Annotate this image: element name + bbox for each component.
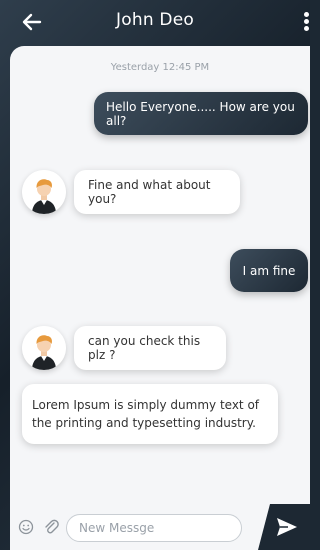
- smiley-icon: [18, 519, 34, 535]
- message-text: Hello Everyone..... How are you all?: [106, 99, 295, 128]
- message-incoming: can you check this plz ?: [74, 326, 226, 370]
- more-vertical-icon: [304, 12, 309, 17]
- chat-app: John Deo Yesterday 12:45 PM Hello Everyo…: [0, 0, 310, 550]
- more-options-button[interactable]: [300, 12, 310, 34]
- message-list[interactable]: Yesterday 12:45 PM Hello Everyone..... H…: [10, 46, 310, 504]
- message-text: Fine and what about you?: [88, 178, 211, 206]
- chat-header: John Deo: [0, 0, 310, 46]
- more-vertical-icon-dot: [304, 26, 309, 31]
- more-vertical-icon-dot: [304, 19, 309, 24]
- paperclip-icon: [45, 519, 59, 534]
- send-icon: [277, 518, 297, 536]
- user-avatar-icon: [22, 170, 66, 214]
- emoji-button[interactable]: [18, 519, 34, 539]
- message-text: I am fine: [242, 263, 296, 278]
- contact-name: John Deo: [116, 10, 194, 30]
- send-button[interactable]: [258, 504, 310, 550]
- message-input[interactable]: [66, 514, 242, 542]
- attach-button[interactable]: [43, 518, 59, 540]
- message-outgoing: I am fine: [230, 249, 308, 292]
- user-avatar-icon: [22, 326, 66, 370]
- avatar: [22, 170, 66, 214]
- message-text: Lorem Ipsum is simply dummy text of the …: [32, 398, 260, 430]
- message-incoming: Lorem Ipsum is simply dummy text of the …: [22, 384, 278, 444]
- message-text: can you check this plz ?: [88, 334, 201, 362]
- message-timestamp: Yesterday 12:45 PM: [110, 62, 210, 73]
- message-incoming: Fine and what about you?: [74, 170, 240, 214]
- message-outgoing: Hello Everyone..... How are you all?: [94, 92, 308, 135]
- avatar: [22, 326, 66, 370]
